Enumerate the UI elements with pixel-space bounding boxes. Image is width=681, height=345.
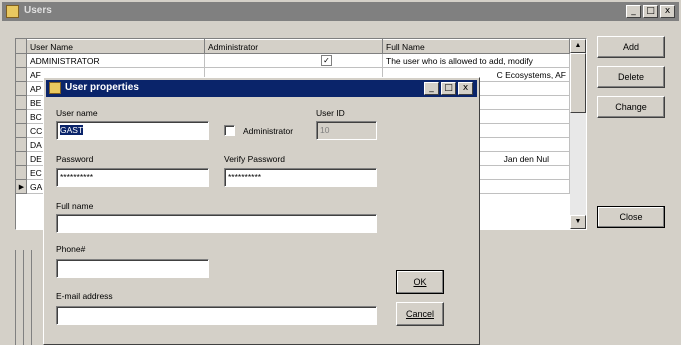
- row-indicator: [16, 109, 27, 124]
- username-field[interactable]: GAST: [56, 121, 209, 140]
- userid-field: 10: [316, 121, 377, 140]
- username-label: User name: [56, 108, 98, 118]
- row-indicator: [16, 95, 27, 110]
- delete-button[interactable]: Delete: [597, 66, 665, 88]
- header-corner: [16, 39, 27, 54]
- row-indicator: [16, 137, 27, 152]
- password-field[interactable]: **********: [56, 168, 209, 187]
- minimize-button[interactable]: _: [626, 5, 641, 18]
- row-indicator: [16, 151, 27, 166]
- panel-divider: [23, 250, 24, 345]
- column-header-fullname[interactable]: Full Name: [382, 39, 570, 54]
- dialog-maximize-button[interactable]: □: [441, 82, 456, 95]
- fullname-label: Full name: [56, 201, 94, 211]
- ok-label: OK: [413, 277, 427, 287]
- scroll-thumb[interactable]: [570, 53, 586, 113]
- cell-fullname[interactable]: The user who is allowed to add, modify: [382, 53, 570, 68]
- grid-scrollbar[interactable]: ▲ ▼: [570, 39, 586, 229]
- maximize-button[interactable]: □: [643, 5, 658, 18]
- email-label: E-mail address: [56, 291, 113, 301]
- scroll-down-arrow-icon[interactable]: ▼: [570, 215, 586, 229]
- app-icon: [6, 5, 19, 18]
- change-button[interactable]: Change: [597, 96, 665, 118]
- user-properties-dialog: User properties _ □ x User name GAST Adm…: [43, 77, 480, 345]
- verify-password-label: Verify Password: [224, 154, 285, 164]
- admin-checkbox[interactable]: ✓: [321, 55, 332, 66]
- ok-button[interactable]: OK: [396, 270, 444, 294]
- dialog-app-icon: [49, 82, 61, 94]
- userid-label: User ID: [316, 108, 345, 118]
- panel-divider: [15, 250, 16, 345]
- cancel-button[interactable]: Cancel: [396, 302, 444, 326]
- administrator-label: Administrator: [243, 126, 294, 136]
- users-titlebar: Users _ □ x: [2, 2, 679, 21]
- dialog-minimize-button[interactable]: _: [424, 82, 439, 95]
- dialog-titlebar: User properties _ □ x: [46, 80, 477, 97]
- row-indicator: [16, 53, 27, 68]
- cell-username[interactable]: ADMINISTRATOR: [26, 53, 205, 68]
- users-window: Users _ □ x User Name Administrator Full…: [0, 0, 681, 345]
- column-header-administrator[interactable]: Administrator: [204, 39, 383, 54]
- row-indicator: [16, 123, 27, 138]
- row-indicator: [16, 81, 27, 96]
- row-indicator: [16, 67, 27, 82]
- grid-header-row: User Name Administrator Full Name: [16, 39, 570, 54]
- window-title: Users: [24, 5, 52, 16]
- current-row-indicator: ▶: [16, 179, 27, 194]
- cell-administrator[interactable]: ✓: [204, 53, 383, 68]
- email-field[interactable]: [56, 306, 377, 325]
- fullname-field[interactable]: [56, 214, 377, 233]
- column-header-username[interactable]: User Name: [26, 39, 205, 54]
- dialog-title: User properties: [65, 82, 139, 93]
- phone-label: Phone#: [56, 244, 86, 254]
- table-row[interactable]: ADMINISTRATOR ✓ The user who is allowed …: [16, 53, 570, 68]
- verify-password-field[interactable]: **********: [224, 168, 377, 187]
- scroll-up-arrow-icon[interactable]: ▲: [570, 39, 586, 53]
- password-label: Password: [56, 154, 94, 164]
- close-button[interactable]: Close: [597, 206, 665, 228]
- username-value: GAST: [60, 125, 84, 135]
- cancel-label: Cancel: [405, 309, 434, 319]
- dialog-close-button[interactable]: x: [458, 82, 473, 95]
- row-indicator: [16, 165, 27, 180]
- add-button[interactable]: Add: [597, 36, 665, 58]
- close-window-button[interactable]: x: [660, 5, 675, 18]
- administrator-checkbox[interactable]: [224, 125, 235, 136]
- panel-divider: [31, 250, 32, 345]
- phone-field[interactable]: [56, 259, 209, 278]
